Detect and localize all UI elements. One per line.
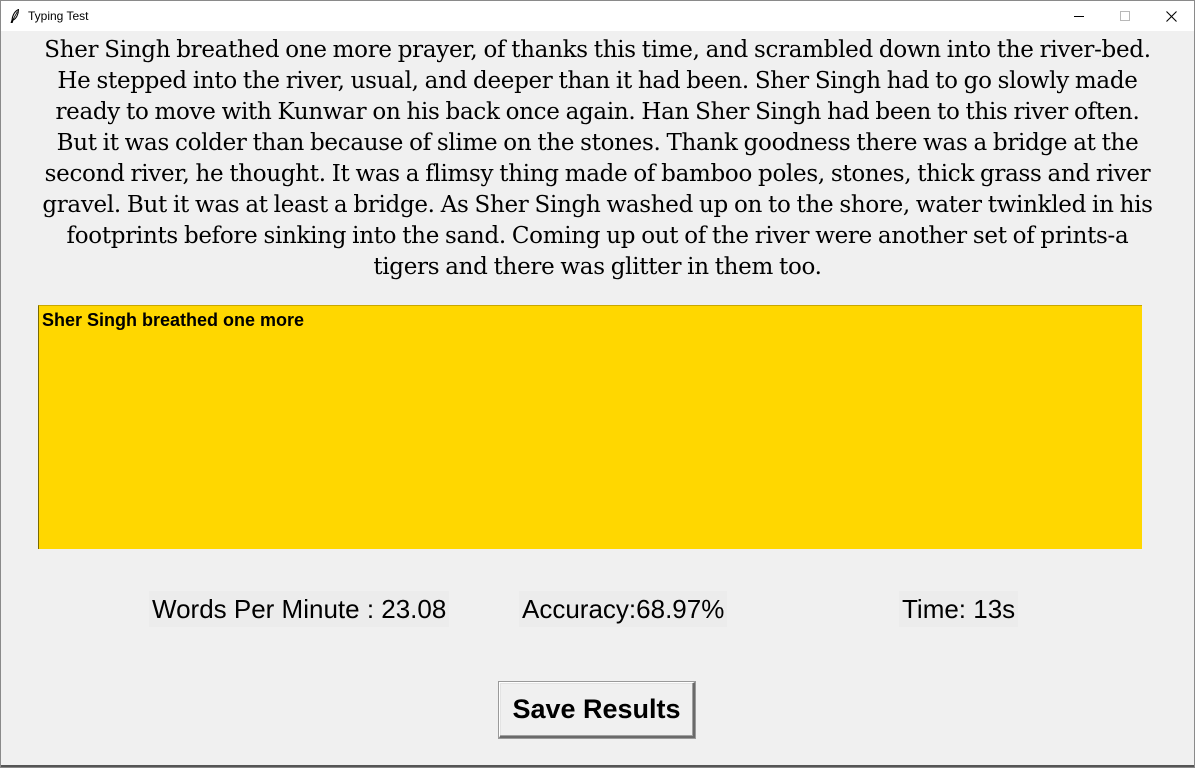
time-label: Time: 13s [899, 591, 1019, 627]
typing-input-area[interactable]: Sher Singh breathed one more [38, 305, 1142, 549]
passage-line: Sher Singh breathed one more prayer, of … [44, 37, 1151, 63]
passage-line: footprints before sinking into the sand.… [66, 223, 1129, 249]
passage-line: second river, he thought. It was a flims… [44, 161, 1151, 187]
passage-line: gravel. But it was at least a bridge. As… [42, 192, 1153, 218]
save-results-button[interactable]: Save Results [499, 682, 695, 738]
maximize-button[interactable] [1102, 1, 1148, 31]
window-title: Typing Test [28, 9, 89, 23]
sample-passage: Sher Singh breathed one more prayer, of … [1, 35, 1194, 283]
minimize-button[interactable] [1056, 1, 1102, 31]
typing-test-window: Typing Test Sher Singh breathed one more… [0, 0, 1195, 768]
window-bottom-border [1, 765, 1194, 767]
close-button[interactable] [1148, 1, 1194, 31]
feather-icon [9, 9, 21, 23]
window-controls [1056, 1, 1194, 31]
maximize-icon [1120, 11, 1130, 21]
wpm-label: Words Per Minute : 23.08 [149, 591, 450, 627]
accuracy-label: Accuracy:68.97% [519, 591, 728, 627]
passage-line: ready to move with Kunwar on his back on… [55, 99, 1140, 125]
passage-line: tigers and there was glitter in them too… [373, 254, 822, 280]
minimize-icon [1074, 16, 1084, 17]
passage-line: But it was colder than because of slime … [56, 130, 1139, 156]
close-icon [1165, 10, 1177, 22]
title-bar[interactable]: Typing Test [1, 1, 1194, 31]
passage-line: He stepped into the river, usual, and de… [57, 68, 1138, 94]
